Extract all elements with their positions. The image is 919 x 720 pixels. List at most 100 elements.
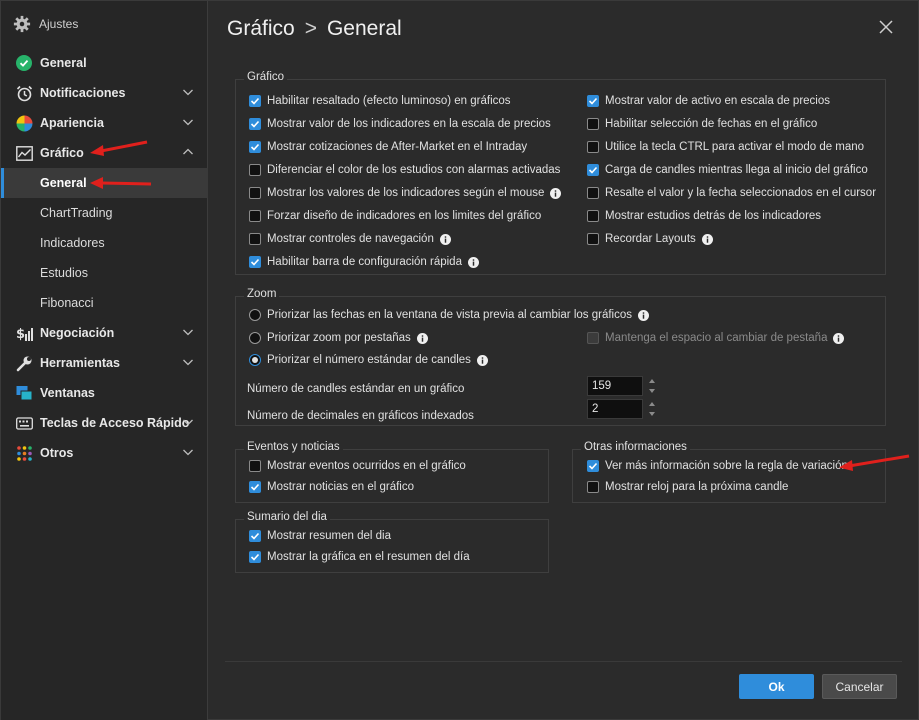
- grafico-checkbox-right-0[interactable]: Mostrar valor de activo en escala de pre…: [587, 95, 830, 107]
- info-icon[interactable]: [467, 256, 479, 268]
- decimals-label: Número de decimales en gráficos indexado…: [247, 410, 474, 422]
- checkbox[interactable]: [249, 210, 261, 222]
- sidebar-subitem-charttrading[interactable]: ChartTrading: [1, 198, 208, 228]
- grafico-checkbox-left-0[interactable]: Habilitar resaltado (efecto luminoso) en…: [249, 95, 511, 107]
- annotation-arrow-icon: [839, 454, 910, 471]
- checkbox[interactable]: [249, 551, 261, 563]
- grafico-checkbox-left-2[interactable]: Mostrar cotizaciones de After-Market en …: [249, 141, 527, 153]
- checkbox[interactable]: [249, 118, 261, 130]
- close-icon[interactable]: [878, 19, 894, 35]
- candles-input[interactable]: 159: [587, 376, 643, 396]
- svg-text:$: $: [16, 327, 25, 342]
- sidebar-item-herramientas[interactable]: Herramientas: [1, 348, 208, 378]
- checkbox[interactable]: [249, 141, 261, 153]
- checkbox[interactable]: [249, 164, 261, 176]
- checkbox[interactable]: [587, 210, 599, 222]
- grafico-checkbox-left-7[interactable]: Habilitar barra de configuración rápida: [249, 256, 479, 268]
- sumario-checkbox-grafica[interactable]: Mostrar la gráfica en el resumen del día: [249, 551, 470, 563]
- grafico-checkbox-right-3[interactable]: Carga de candles mientras llega al inici…: [587, 164, 868, 176]
- wrench-icon: [15, 354, 33, 372]
- checkbox[interactable]: [249, 95, 261, 107]
- eventos-checkbox-noticias[interactable]: Mostrar noticias en el gráfico: [249, 481, 414, 493]
- group-label: Otras informaciones: [581, 441, 690, 453]
- sidebar-item-general[interactable]: General: [1, 48, 208, 78]
- checkbox[interactable]: [587, 164, 599, 176]
- zoom-radio-candles[interactable]: Priorizar el número estándar de candles: [249, 354, 488, 366]
- checkbox[interactable]: [249, 256, 261, 268]
- checkbox[interactable]: [587, 187, 599, 199]
- grafico-checkbox-right-1[interactable]: Habilitar selección de fechas en el gráf…: [587, 118, 817, 130]
- checkbox-label: Mostrar noticias en el gráfico: [267, 481, 415, 493]
- grafico-checkbox-right-6[interactable]: Recordar Layouts: [587, 233, 713, 245]
- radio-button[interactable]: [249, 332, 261, 344]
- info-icon[interactable]: [476, 354, 488, 366]
- checkbox[interactable]: [587, 118, 599, 130]
- zoom-radio-fechas[interactable]: Priorizar las fechas en la ventana de vi…: [249, 309, 649, 321]
- checkbox[interactable]: [587, 141, 599, 153]
- spinner-arrows-icon[interactable]: [648, 399, 656, 419]
- checkbox[interactable]: [587, 233, 599, 245]
- otras-checkbox-reloj[interactable]: Mostrar reloj para la próxima candle: [587, 481, 788, 493]
- cancel-button[interactable]: Cancelar: [822, 674, 897, 699]
- checkbox-label: Mostrar la gráfica en el resumen del día: [267, 551, 470, 563]
- info-icon[interactable]: [439, 233, 451, 245]
- radio-label: Priorizar zoom por pestañas: [267, 332, 411, 344]
- sidebar-item-ventanas[interactable]: Ventanas: [1, 378, 208, 408]
- zoom-radio-pestanas[interactable]: Priorizar zoom por pestañas: [249, 332, 428, 344]
- ok-button[interactable]: Ok: [739, 674, 814, 699]
- checkbox[interactable]: [249, 530, 261, 542]
- dollar-chart-icon: $: [15, 324, 33, 342]
- sidebar-subitem-fibonacci[interactable]: Fibonacci: [1, 288, 208, 318]
- breadcrumb-section: Gráfico: [227, 17, 295, 40]
- chevron-down-icon: [183, 419, 193, 426]
- grafico-checkbox-left-5[interactable]: Forzar diseño de indicadores en los limi…: [249, 210, 541, 222]
- checkbox-label: Utilice la tecla CTRL para activar el mo…: [605, 141, 865, 153]
- eventos-group: Eventos y noticias: [235, 441, 549, 503]
- grafico-checkbox-left-4[interactable]: Mostrar los valores de los indicadores s…: [249, 187, 562, 199]
- grafico-group: Gráfico: [235, 71, 886, 275]
- sumario-checkbox-resumen[interactable]: Mostrar resumen del dia: [249, 530, 391, 542]
- checkbox-label: Mostrar cotizaciones de After-Market en …: [267, 141, 528, 153]
- info-icon[interactable]: [701, 233, 713, 245]
- info-icon[interactable]: [833, 332, 845, 344]
- sidebar-item-negociacion[interactable]: $ Negociación: [1, 318, 208, 348]
- footer-divider: [225, 661, 902, 662]
- radio-button[interactable]: [249, 309, 261, 321]
- chart-icon: [15, 144, 33, 162]
- radio-button[interactable]: [249, 354, 261, 366]
- grafico-checkbox-right-2[interactable]: Utilice la tecla CTRL para activar el mo…: [587, 141, 864, 153]
- info-icon[interactable]: [637, 309, 649, 321]
- decimals-input[interactable]: 2: [587, 399, 643, 419]
- checkbox[interactable]: [587, 460, 599, 472]
- eventos-checkbox-ocurridos[interactable]: Mostrar eventos ocurridos en el gráfico: [249, 460, 466, 472]
- sidebar-item-apariencia[interactable]: Apariencia: [1, 108, 208, 138]
- sidebar-item-teclas[interactable]: Teclas de Acceso Rápido: [1, 408, 208, 438]
- checkbox: [587, 332, 599, 344]
- info-icon[interactable]: [550, 187, 562, 199]
- sidebar-item-notificaciones[interactable]: Notificaciones: [1, 78, 208, 108]
- sidebar-subitem-indicadores[interactable]: Indicadores: [1, 228, 208, 258]
- checkbox-label: Habilitar resaltado (efecto luminoso) en…: [267, 95, 511, 107]
- grafico-checkbox-left-1[interactable]: Mostrar valor de los indicadores en la e…: [249, 118, 551, 130]
- chevron-down-icon: [183, 89, 193, 96]
- grafico-checkbox-right-4[interactable]: Resalte el valor y la fecha seleccionado…: [587, 187, 876, 199]
- info-icon[interactable]: [416, 332, 428, 344]
- checkbox[interactable]: [249, 481, 261, 493]
- checkbox[interactable]: [249, 233, 261, 245]
- sidebar-item-otros[interactable]: Otros: [1, 438, 208, 468]
- grafico-checkbox-right-5[interactable]: Mostrar estudios detrás de los indicador…: [587, 210, 821, 222]
- checkbox-label: Mostrar reloj para la próxima candle: [605, 481, 789, 493]
- grafico-checkbox-left-6[interactable]: Mostrar controles de navegación: [249, 233, 451, 245]
- spinner-arrows-icon[interactable]: [648, 376, 656, 396]
- checkbox[interactable]: [249, 187, 261, 199]
- sidebar-subitem-estudios[interactable]: Estudios: [1, 258, 208, 288]
- checkbox[interactable]: [249, 460, 261, 472]
- grafico-checkbox-left-3[interactable]: Diferenciar el color de los estudios con…: [249, 164, 560, 176]
- otras-checkbox-variacion[interactable]: Ver más información sobre la regla de va…: [587, 460, 848, 472]
- checkbox[interactable]: [587, 95, 599, 107]
- keyboard-icon: [15, 414, 33, 432]
- chevron-down-icon: [183, 329, 193, 336]
- group-label: Zoom: [244, 288, 280, 300]
- sidebar-item-label: Otros: [40, 446, 74, 460]
- checkbox[interactable]: [587, 481, 599, 493]
